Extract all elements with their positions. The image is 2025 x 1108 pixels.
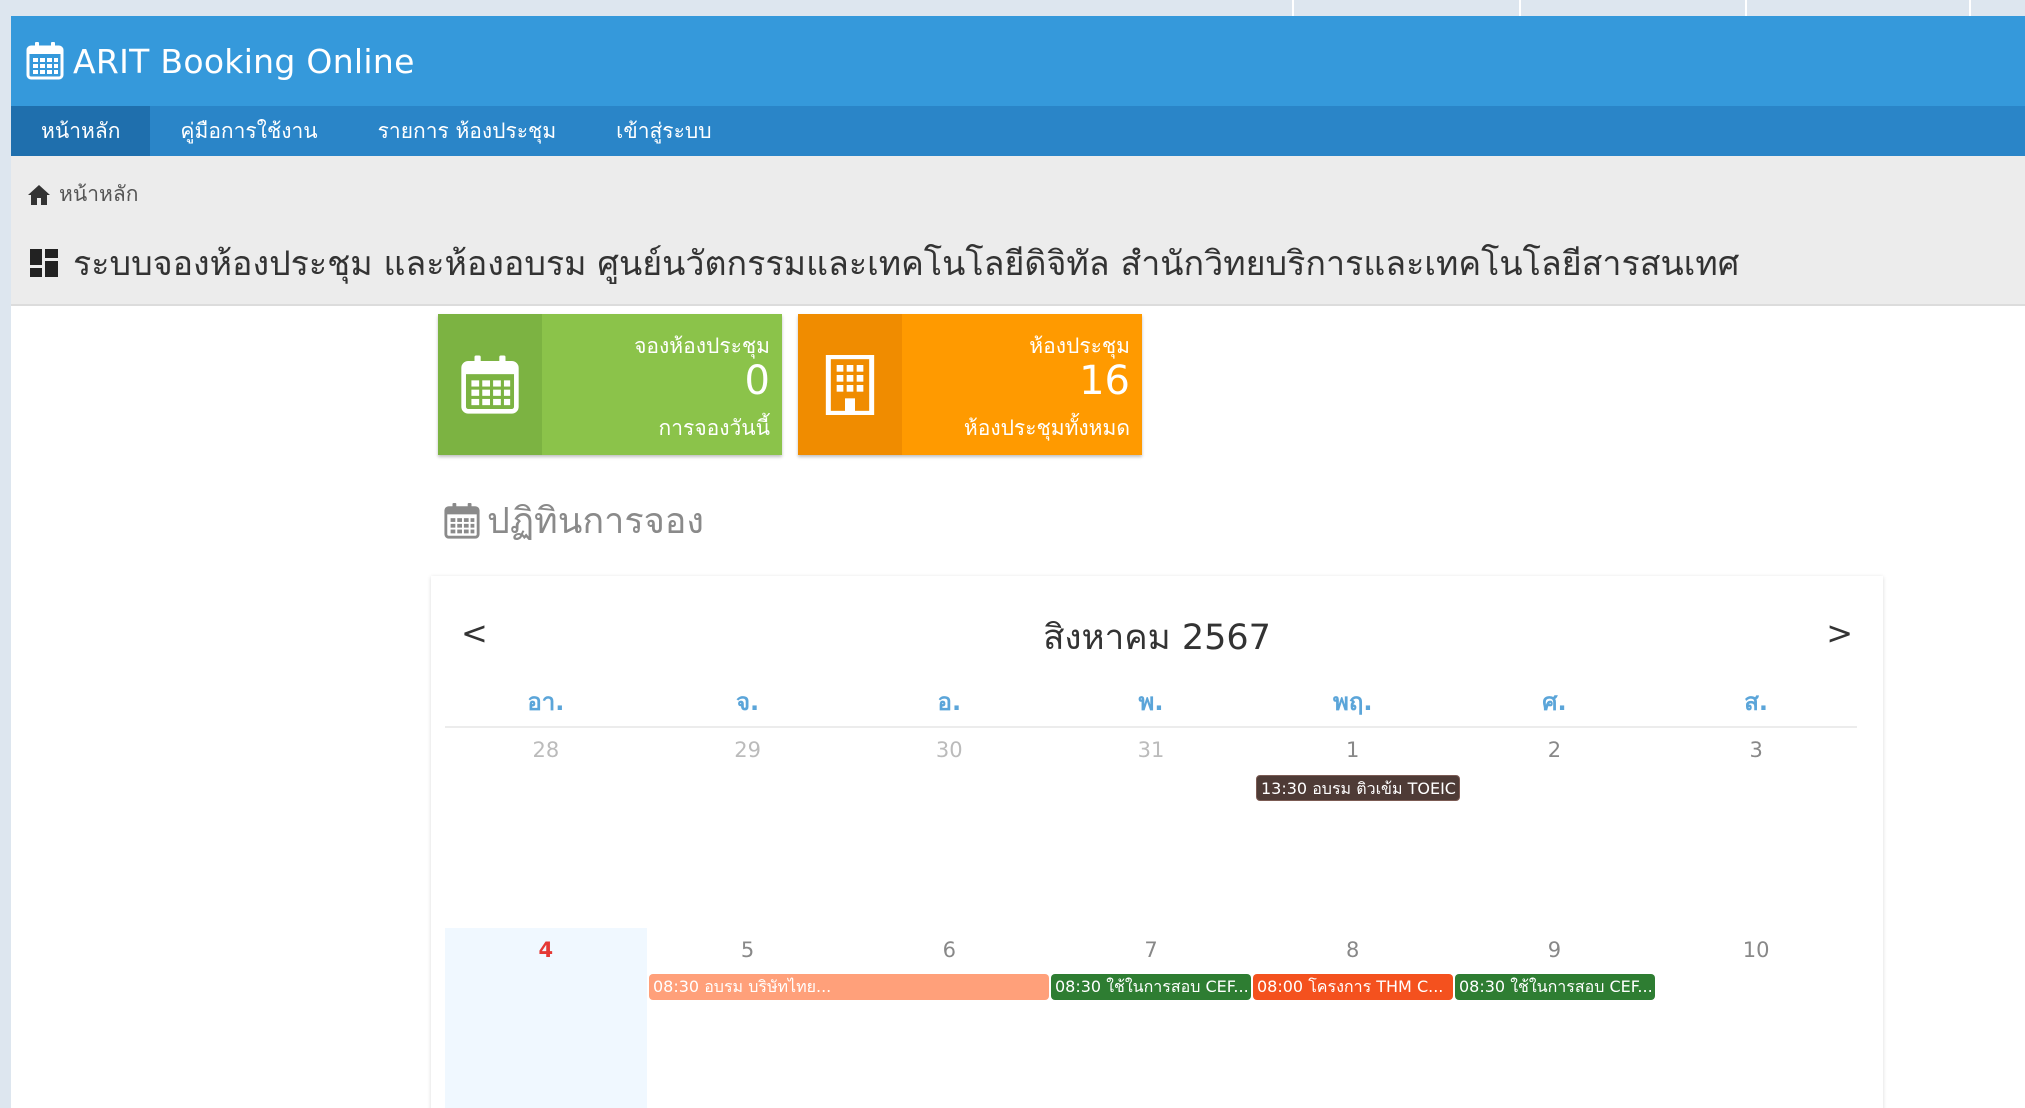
next-month-button[interactable]: >: [1826, 614, 1853, 652]
day-number: 2: [1547, 738, 1562, 762]
desktop-divider: [1969, 0, 1971, 16]
calendar-month-title: สิงหาคม 2567: [1043, 618, 1271, 658]
calendar-heading: ปฏิทินการจอง: [443, 492, 704, 549]
calendar-event[interactable]: 08:00 โครงการ THM C...: [1253, 974, 1453, 1000]
calendar-week: 28 29 30 31 1 2 3 13:30 อบรม ติวเข้ม TOE…: [445, 728, 1857, 928]
weekday-sat: ส.: [1744, 688, 1769, 716]
day-cell[interactable]: 31: [1050, 728, 1252, 928]
calendar-event[interactable]: 08:30 ใช้ในการสอบ CEF...: [1051, 974, 1251, 1000]
weekday-thu: พฤ.: [1333, 688, 1373, 716]
tile-icon-area: [798, 314, 902, 455]
day-number: 29: [734, 738, 761, 762]
day-cell[interactable]: 5: [647, 928, 849, 1108]
day-number: 8: [1346, 938, 1360, 962]
day-cell[interactable]: 29: [647, 728, 849, 928]
calendar-event[interactable]: 13:30 อบรม ติวเข้ม TOEIC: [1256, 775, 1460, 801]
calendar-week: 4 5 6 7 8 9 10 08:30 อบรม บริษัทไทย... 0…: [445, 928, 1857, 1108]
day-cell[interactable]: 28: [445, 728, 647, 928]
day-number: 4: [538, 938, 554, 962]
dashboard-icon: [30, 249, 58, 277]
breadcrumb-home[interactable]: หน้าหลัก: [59, 178, 138, 211]
tile-value: 0: [744, 358, 770, 404]
day-number: 28: [532, 738, 560, 762]
tile-sublabel: การจองวันนี้: [658, 416, 770, 440]
weekday-mon: จ.: [735, 688, 760, 716]
weekday-sun: อา.: [527, 688, 565, 716]
top-header: ARIT Booking Online: [11, 16, 2025, 106]
day-cell-today[interactable]: 4: [445, 928, 647, 1108]
page-title: ระบบจองห้องประชุม และห้องอบรม ศูนย์นวัตก…: [73, 244, 1740, 284]
day-number: 9: [1547, 938, 1562, 962]
day-number: 6: [942, 938, 956, 962]
calendar-heading-text: ปฏิทินการจอง: [487, 501, 705, 542]
nav-item-home[interactable]: หน้าหลัก: [11, 106, 151, 156]
day-cell[interactable]: 30: [848, 728, 1050, 928]
main-nav: หน้าหลัก คู่มือการใช้งาน รายการ ห้องประช…: [11, 106, 2025, 156]
page-header: หน้าหลัก ระบบจองห้องประชุม และห้องอบรม ศ…: [11, 156, 2025, 306]
weekday-header: อา. จ. อ. พ. พฤ. ศ. ส.: [445, 682, 1857, 728]
desktop-top-strip: [0, 0, 2025, 16]
day-cell[interactable]: 8: [1252, 928, 1454, 1108]
day-number: 5: [740, 938, 755, 962]
day-cell[interactable]: 3: [1655, 728, 1857, 928]
day-cell[interactable]: 7: [1050, 928, 1252, 1108]
building-icon: [825, 354, 875, 415]
weekday-fri: ศ.: [1542, 688, 1567, 716]
tile-value: 16: [1079, 358, 1130, 404]
bookings-today-tile[interactable]: จองห้องประชุม 0 การจองวันนี้: [438, 314, 782, 455]
day-number: 1: [1346, 738, 1360, 762]
total-rooms-tile[interactable]: ห้องประชุม 16 ห้องประชุมทั้งหมด: [798, 314, 1142, 455]
nav-item-room-list[interactable]: รายการ ห้องประชุม: [348, 106, 587, 156]
day-number: 31: [1137, 738, 1165, 762]
day-cell[interactable]: 10: [1655, 928, 1857, 1108]
nav-item-manual[interactable]: คู่มือการใช้งาน: [150, 106, 347, 156]
nav-item-login[interactable]: เข้าสู่ระบบ: [586, 106, 741, 156]
day-number: 10: [1742, 938, 1770, 962]
day-cell[interactable]: 9: [1454, 928, 1656, 1108]
app-window: ARIT Booking Online หน้าหลัก คู่มือการใช…: [11, 16, 2025, 1108]
desktop-left-strip: [0, 0, 11, 1108]
calendar: < สิงหาคม 2567 > อา. จ. อ. พ. พฤ. ศ. ส. …: [431, 576, 1883, 1108]
calendar-event[interactable]: 08:30 ใช้ในการสอบ CEF...: [1455, 974, 1655, 1000]
calendar-event[interactable]: 08:30 อบรม บริษัทไทย...: [649, 974, 1049, 1000]
desktop-divider: [1745, 0, 1747, 16]
tile-icon-area: [438, 314, 542, 455]
page-title-row: ระบบจองห้องประชุม และห้องอบรม ศูนย์นวัตก…: [29, 236, 1739, 290]
day-cell[interactable]: 6: [848, 928, 1050, 1108]
weekday-wed: พ.: [1138, 688, 1164, 716]
desktop-divider: [1519, 0, 1521, 16]
app-title[interactable]: ARIT Booking Online: [73, 42, 415, 81]
calendar-icon: [444, 502, 480, 539]
desktop-divider: [1292, 0, 1294, 16]
day-cell[interactable]: 2: [1454, 728, 1656, 928]
day-cell[interactable]: 1: [1252, 728, 1454, 928]
calendar-icon: [26, 42, 64, 80]
home-icon: [28, 184, 50, 205]
day-number: 3: [1749, 738, 1763, 762]
weekday-tue: อ.: [937, 688, 962, 716]
day-number: 7: [1144, 938, 1158, 962]
calendar-icon: [461, 355, 519, 414]
tile-sublabel: ห้องประชุมทั้งหมด: [963, 416, 1130, 440]
day-number: 30: [935, 738, 963, 762]
breadcrumb: หน้าหลัก: [27, 178, 138, 211]
